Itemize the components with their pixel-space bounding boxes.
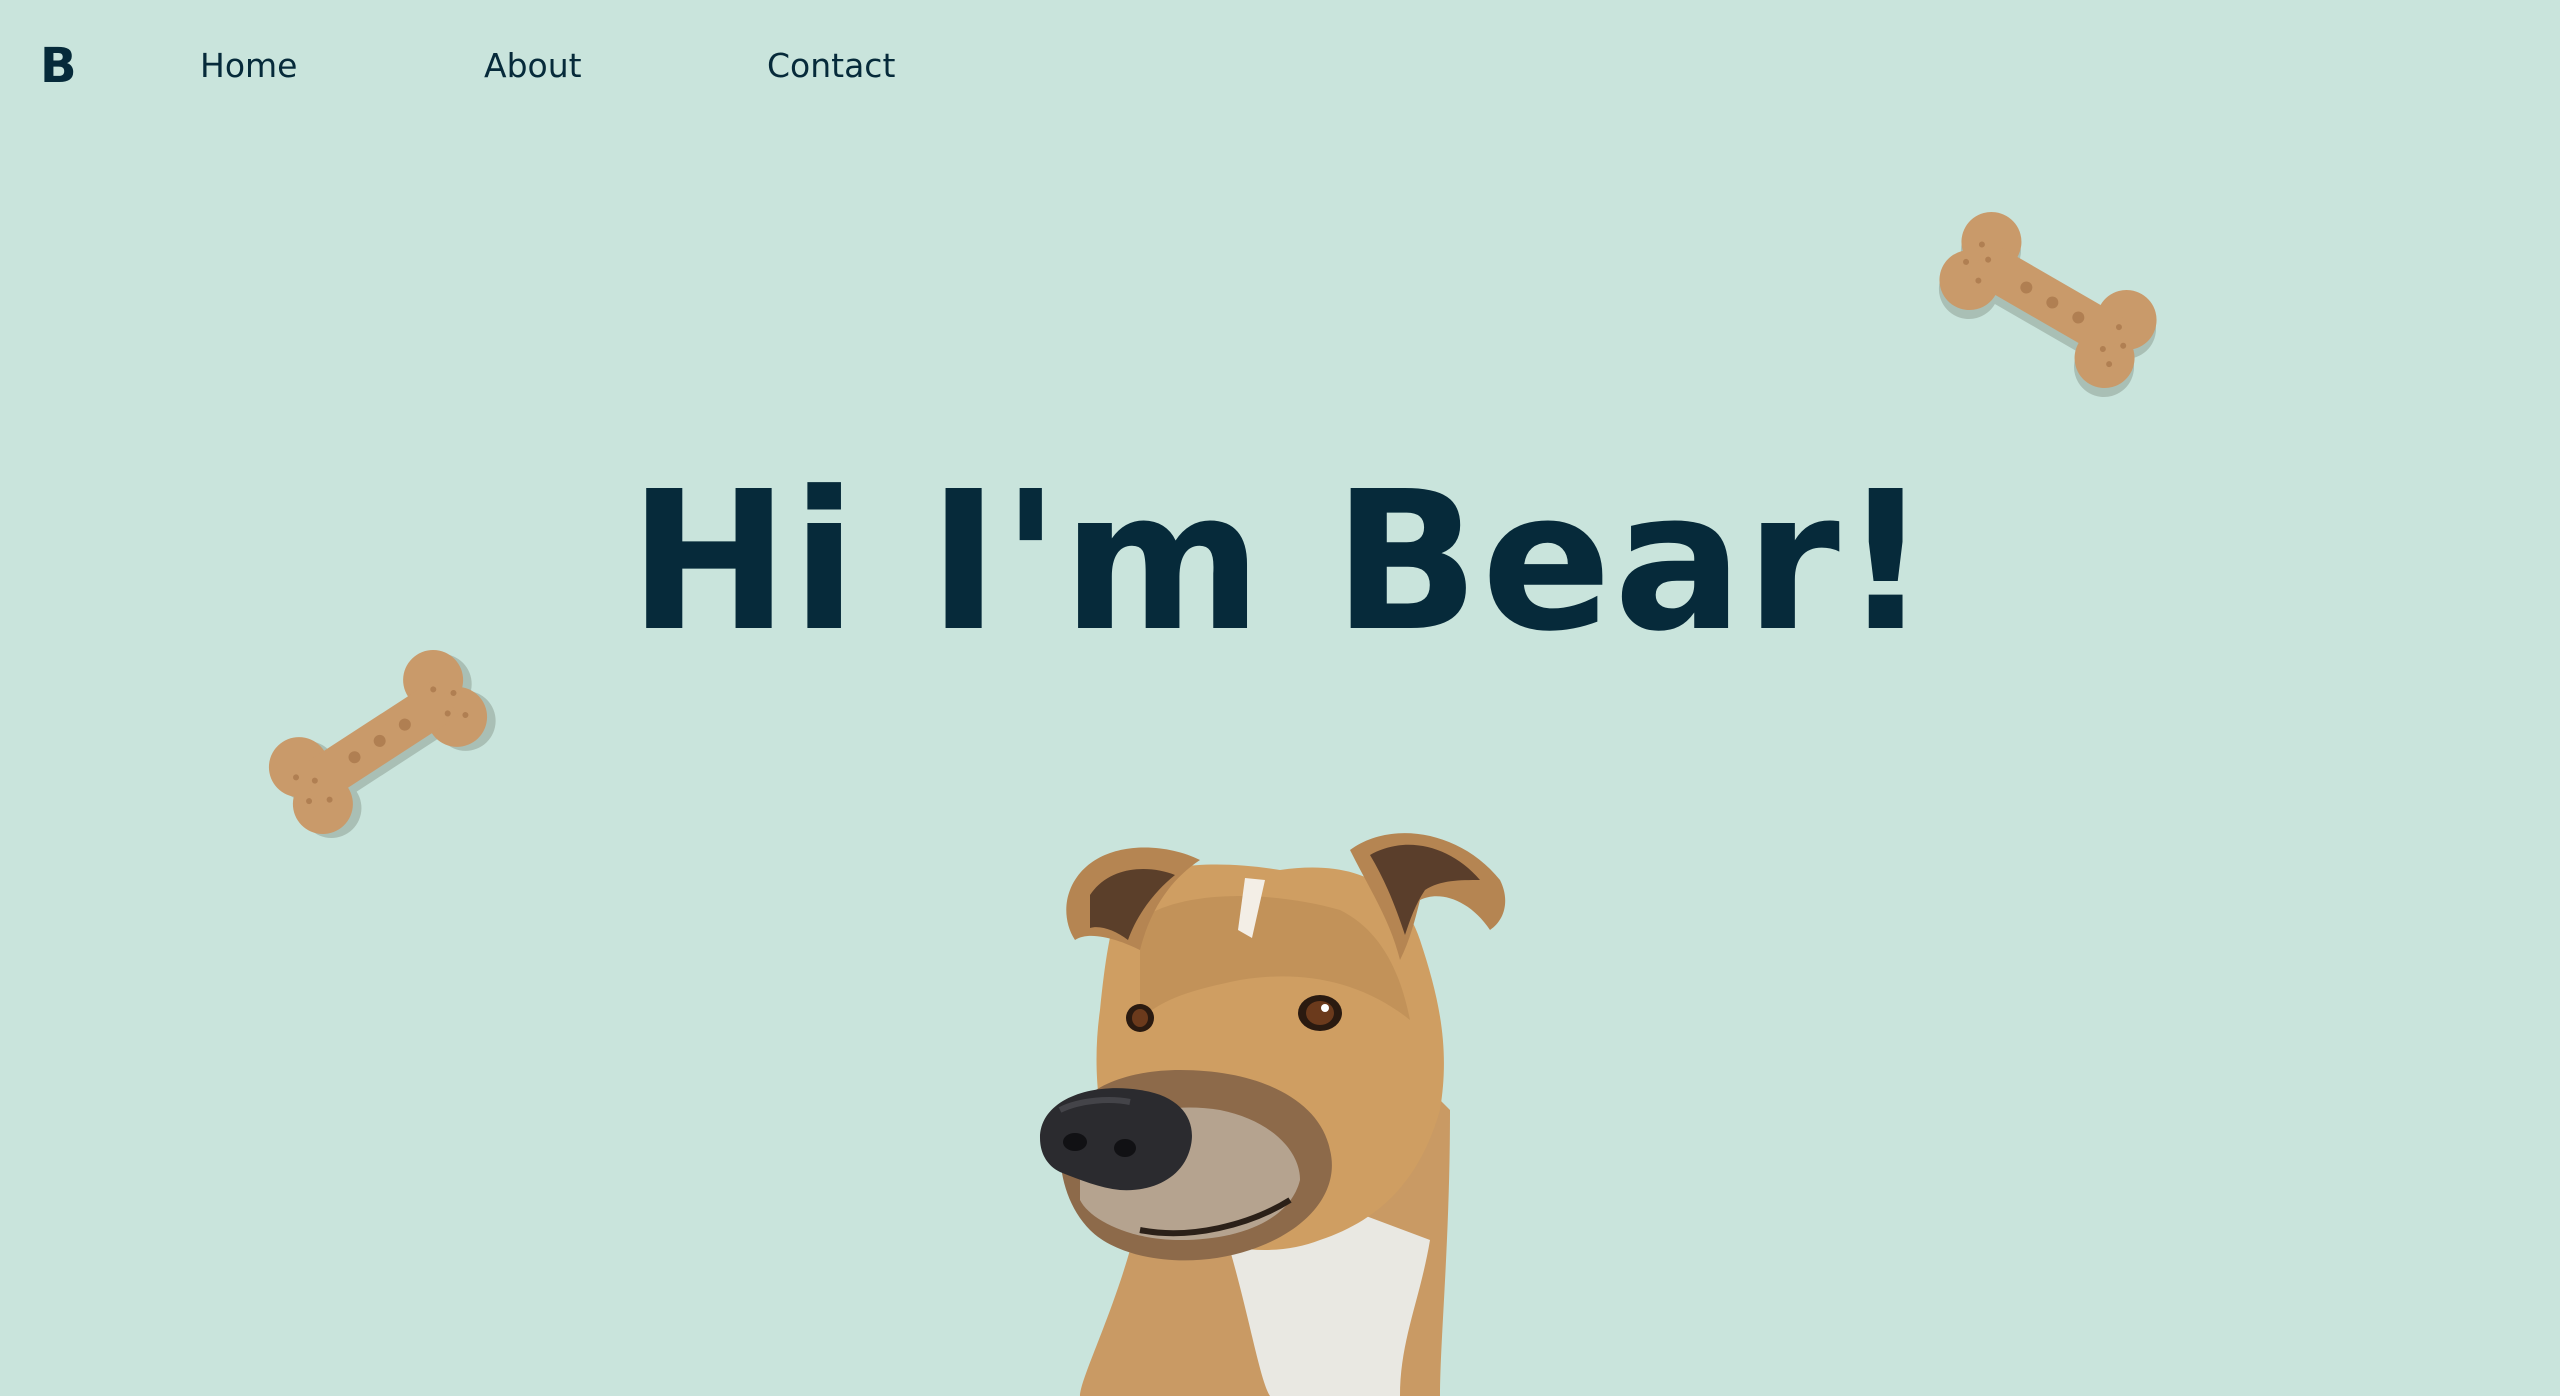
nav-link-about[interactable]: About	[484, 44, 582, 88]
dog-photo	[1040, 833, 1506, 1396]
dog-bone-icon	[1938, 211, 2157, 397]
dog-bone-icon	[268, 649, 496, 839]
nav-link-contact[interactable]: Contact	[767, 44, 895, 88]
nav-link-home[interactable]: Home	[200, 44, 297, 88]
logo[interactable]: B	[40, 36, 77, 96]
top-nav: B Home About Contact	[0, 0, 2560, 130]
